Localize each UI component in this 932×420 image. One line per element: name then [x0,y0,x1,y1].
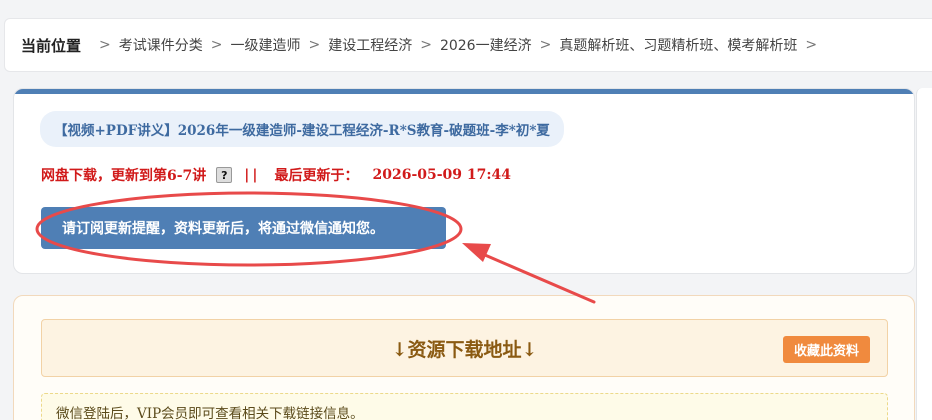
breadcrumb-separator: > [308,37,321,53]
breadcrumb-title: 当前位置 [21,36,82,55]
breadcrumb-item[interactable]: 真题解析班、习题精析班、模考解析班 [559,35,797,55]
download-note: 微信登陆后，VIP会员即可查看相关下载链接信息。 [41,393,888,420]
subscribe-button[interactable]: 请订阅更新提醒，资料更新后，将通过微信通知您。 [41,207,446,249]
update-text: 网盘下载，更新到第6-7讲 [41,168,207,184]
resource-title: 【视频+PDF讲义】2026年一级建造师-建设工程经济-R*S教育-破题班-李*… [40,111,564,147]
favorite-button[interactable]: 收藏此资料 [782,336,870,363]
last-update-value: 2026-05-09 17:44 [372,167,512,183]
divider: || [244,167,261,183]
breadcrumb-separator: > [99,37,111,53]
breadcrumb-separator: > [539,37,552,53]
breadcrumb-separator: > [420,37,432,53]
breadcrumb-separator: > [210,37,223,53]
help-icon[interactable]: ? [216,167,233,183]
breadcrumb-item[interactable]: 一级建造师 [230,35,300,55]
update-status-line: 网盘下载，更新到第6-7讲 ? || 最后更新于： 2026-05-09 17:… [41,165,511,185]
resource-card: 【视频+PDF讲义】2026年一级建造师-建设工程经济-R*S教育-破题班-李*… [13,88,915,274]
download-title: ↓资源下载地址↓ [391,338,538,361]
right-side-panel [916,88,932,420]
breadcrumb-item[interactable]: 考试课件分类 [119,35,203,55]
last-update-label: 最后更新于： [274,168,359,184]
download-header: ↓资源下载地址↓ 收藏此资料 [41,319,888,377]
breadcrumb: 当前位置 > 考试课件分类 > 一级建造师 > 建设工程经济 > 2026一建经… [4,18,932,72]
card-accent-bar [14,89,914,94]
download-card: ↓资源下载地址↓ 收藏此资料 微信登陆后，VIP会员即可查看相关下载链接信息。 [13,295,915,420]
breadcrumb-item[interactable]: 建设工程经济 [328,35,412,55]
breadcrumb-separator: > [805,37,818,53]
breadcrumb-item[interactable]: 2026一建经济 [440,35,532,55]
